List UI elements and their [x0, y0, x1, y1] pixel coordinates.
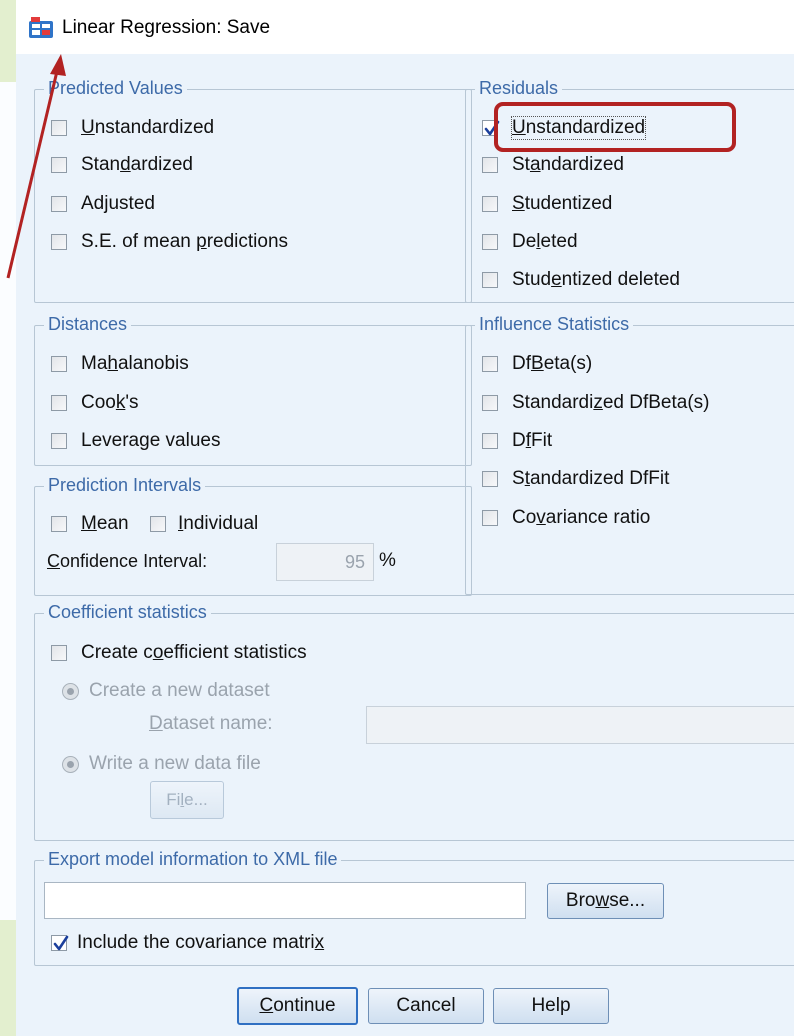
- confidence-interval-label: Confidence Interval:: [47, 550, 208, 571]
- radio-button[interactable]: [62, 682, 79, 700]
- pv-se-mean-predictions-checkbox[interactable]: S.E. of mean predictions: [51, 230, 288, 254]
- radio-button[interactable]: [62, 755, 79, 773]
- dist-cooks-checkbox[interactable]: Cook's: [51, 391, 139, 415]
- checkbox-box[interactable]: [51, 157, 67, 173]
- checkbox-box[interactable]: [482, 196, 498, 212]
- res-standardized-checkbox[interactable]: Standardized: [482, 153, 624, 177]
- dataset-name-input[interactable]: [366, 706, 794, 744]
- continue-button[interactable]: Continue: [237, 987, 358, 1025]
- create-new-dataset-radio[interactable]: Create a new dataset: [62, 679, 270, 703]
- write-new-data-file-radio[interactable]: Write a new data file: [62, 752, 261, 776]
- xml-file-path-input[interactable]: [44, 882, 526, 919]
- spss-table-icon: [29, 17, 53, 38]
- pv-unstandardized-checkbox[interactable]: Unstandardized: [51, 116, 214, 140]
- checkbox-box[interactable]: [51, 516, 67, 532]
- checkbox-box[interactable]: [51, 645, 67, 661]
- checkbox-box[interactable]: [51, 356, 67, 372]
- distances-legend: Distances: [44, 314, 132, 335]
- coefficient-statistics-legend: Coefficient statistics: [44, 602, 211, 623]
- checkbox-box[interactable]: [482, 272, 498, 288]
- checkbox-box[interactable]: [51, 395, 67, 411]
- pi-mean-checkbox[interactable]: Mean: [51, 512, 129, 536]
- window-title: Linear Regression: Save: [62, 17, 271, 38]
- inf-standardized-dfbeta-checkbox[interactable]: Standardized DfBeta(s): [482, 391, 710, 415]
- percent-sign: %: [379, 550, 396, 571]
- checkbox-box[interactable]: [482, 510, 498, 526]
- checkbox-box[interactable]: [482, 395, 498, 411]
- dist-mahalanobis-checkbox[interactable]: Mahalanobis: [51, 352, 189, 376]
- checkbox-box[interactable]: [482, 471, 498, 487]
- checkbox-box[interactable]: [482, 433, 498, 449]
- title-bar[interactable]: Linear Regression: Save: [16, 0, 794, 54]
- file-button[interactable]: File...: [150, 781, 224, 819]
- include-covariance-matrix-checkbox[interactable]: Include the covariance matrix: [51, 931, 324, 955]
- inf-standardized-dffit-checkbox[interactable]: Standardized DfFit: [482, 467, 669, 491]
- checkbox-box[interactable]: [150, 516, 166, 532]
- checkbox-box[interactable]: [482, 356, 498, 372]
- dist-leverage-values-checkbox[interactable]: Leverage values: [51, 429, 220, 453]
- prediction-intervals-legend: Prediction Intervals: [44, 475, 206, 496]
- dataset-name-label: Dataset name:: [149, 713, 273, 734]
- pv-adjusted-checkbox[interactable]: Adjusted: [51, 192, 155, 216]
- cancel-button[interactable]: Cancel: [368, 988, 484, 1024]
- res-studentized-deleted-checkbox[interactable]: Studentized deleted: [482, 268, 680, 292]
- influence-statistics-legend: Influence Statistics: [475, 314, 634, 335]
- confidence-interval-input[interactable]: 95: [276, 543, 374, 581]
- checkbox-box[interactable]: [51, 234, 67, 250]
- pi-individual-checkbox[interactable]: Individual: [150, 512, 258, 536]
- prediction-intervals-group: Prediction Intervals: [34, 475, 472, 596]
- checkbox-box[interactable]: [482, 157, 498, 173]
- checkbox-box[interactable]: [482, 234, 498, 250]
- predicted-values-legend: Predicted Values: [44, 78, 187, 99]
- create-coefficient-statistics-checkbox[interactable]: Create coefficient statistics: [51, 641, 307, 665]
- checkbox-box[interactable]: [51, 433, 67, 449]
- linear-regression-save-dialog: Linear Regression: Save Predicted Values…: [16, 0, 794, 1036]
- inf-dfbeta-checkbox[interactable]: DfBeta(s): [482, 352, 592, 376]
- checkbox-box[interactable]: [51, 935, 69, 951]
- pv-standardized-checkbox[interactable]: Standardized: [51, 153, 193, 177]
- help-button[interactable]: Help: [493, 988, 609, 1024]
- background-window-edge: [0, 82, 17, 920]
- highlight-annotation: [494, 102, 736, 152]
- res-studentized-checkbox[interactable]: Studentized: [482, 192, 612, 216]
- browse-button[interactable]: Browse...: [547, 883, 664, 919]
- res-deleted-checkbox[interactable]: Deleted: [482, 230, 578, 254]
- checkbox-box[interactable]: [51, 120, 67, 136]
- checkmark-icon: [53, 935, 69, 951]
- export-xml-legend: Export model information to XML file: [44, 849, 342, 870]
- residuals-legend: Residuals: [475, 78, 563, 99]
- inf-dffit-checkbox[interactable]: DfFit: [482, 429, 552, 453]
- inf-covariance-ratio-checkbox[interactable]: Covariance ratio: [482, 506, 650, 530]
- confidence-interval-value: 95: [344, 552, 365, 572]
- checkbox-box[interactable]: [51, 196, 67, 212]
